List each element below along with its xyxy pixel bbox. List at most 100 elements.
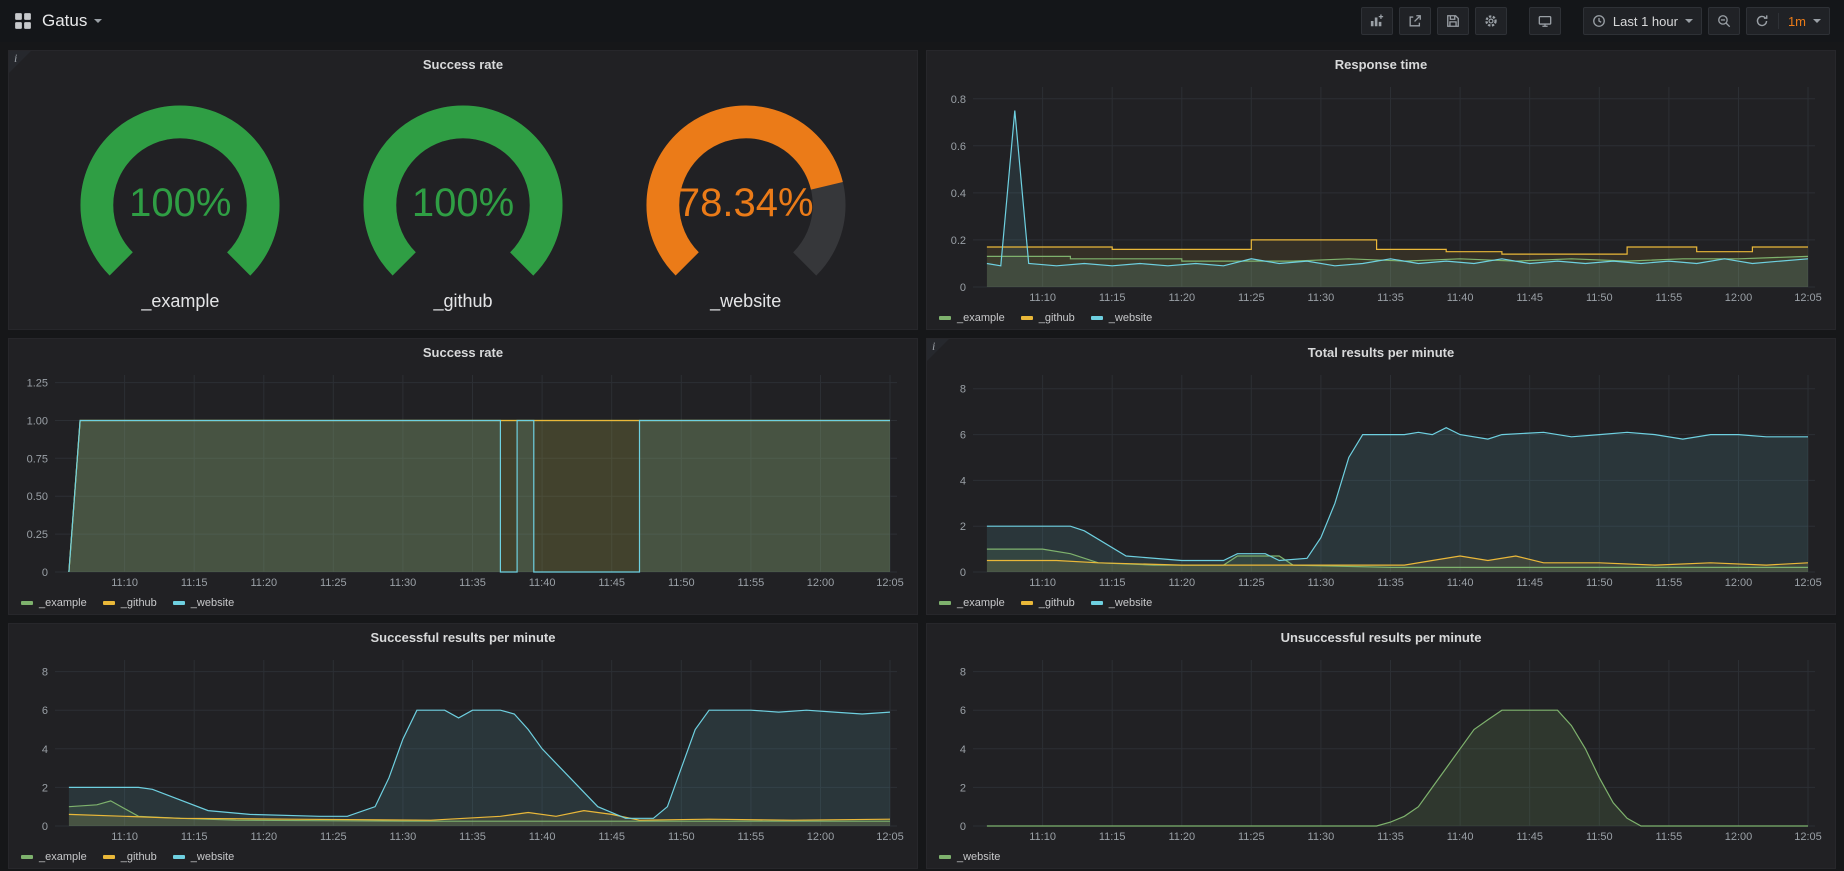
legend-swatch-icon <box>1091 601 1103 605</box>
legend-item-_example[interactable]: _example <box>21 597 87 609</box>
legend-series-name: _github <box>1039 597 1075 609</box>
chart-area[interactable]: 00.20.40.60.811:1011:1511:2011:2511:3011… <box>931 77 1831 307</box>
svg-text:11:40: 11:40 <box>1447 292 1474 304</box>
svg-text:11:30: 11:30 <box>1308 831 1335 843</box>
panel-title[interactable]: Success rate <box>9 51 917 77</box>
chart-area[interactable]: 0246811:1011:1511:2011:2511:3011:3511:40… <box>931 650 1831 846</box>
legend-swatch-icon <box>939 316 951 320</box>
success-rate-chart[interactable]: 00.250.500.751.001.2511:1011:1511:2011:2… <box>13 365 913 592</box>
svg-text:11:20: 11:20 <box>250 831 277 843</box>
apps-grid-icon[interactable] <box>14 12 32 30</box>
legend-series-name: _github <box>121 597 157 609</box>
legend-swatch-icon <box>21 855 33 859</box>
legend-item-_website[interactable]: _website <box>1091 312 1152 324</box>
total-results-chart[interactable]: 0246811:1011:1511:2011:2511:3011:3511:40… <box>931 365 1831 592</box>
legend-item-_github[interactable]: _github <box>1021 312 1075 324</box>
svg-text:6: 6 <box>960 430 966 442</box>
gauge-value: 100% <box>322 181 605 226</box>
legend-series-name: _website <box>1109 597 1152 609</box>
svg-text:11:10: 11:10 <box>111 577 138 589</box>
legend-item-_github[interactable]: _github <box>103 597 157 609</box>
chevron-down-icon <box>94 19 102 23</box>
panel-info-icon[interactable]: i <box>9 51 31 73</box>
refresh-button-group[interactable]: 1m <box>1746 7 1830 35</box>
legend-swatch-icon <box>103 601 115 605</box>
legend-swatch-icon <box>939 601 951 605</box>
legend-item-_example[interactable]: _example <box>939 312 1005 324</box>
zoom-out-time-button[interactable] <box>1708 7 1740 35</box>
legend-swatch-icon <box>939 855 951 859</box>
svg-text:11:30: 11:30 <box>1308 577 1335 589</box>
svg-text:11:55: 11:55 <box>738 577 765 589</box>
legend-item-_website[interactable]: _website <box>939 851 1000 863</box>
tv-kiosk-mode-button[interactable] <box>1529 7 1561 35</box>
legend-item-_example[interactable]: _example <box>21 851 87 863</box>
panel-title[interactable]: Unsuccessful results per minute <box>927 624 1835 650</box>
svg-text:2: 2 <box>960 521 966 533</box>
add-panel-button[interactable] <box>1361 7 1393 35</box>
chart-legend: _example _github _website <box>9 592 917 614</box>
unsuccessful-results-chart[interactable]: 0246811:1011:1511:2011:2511:3011:3511:40… <box>931 650 1831 846</box>
response-time-chart[interactable]: 00.20.40.60.811:1011:1511:2011:2511:3011… <box>931 77 1831 307</box>
panel-response-time: Response time 00.20.40.60.811:1011:1511:… <box>926 50 1836 330</box>
svg-text:8: 8 <box>42 667 48 679</box>
svg-text:2: 2 <box>42 782 48 794</box>
legend-swatch-icon <box>21 601 33 605</box>
panel-title[interactable]: Total results per minute <box>927 339 1835 365</box>
svg-text:11:30: 11:30 <box>390 577 417 589</box>
legend-series-name: _example <box>957 597 1005 609</box>
chart-area[interactable]: 0246811:1011:1511:2011:2511:3011:3511:40… <box>13 650 913 846</box>
svg-text:8: 8 <box>960 384 966 396</box>
panel-title[interactable]: Successful results per minute <box>9 624 917 650</box>
legend-item-_example[interactable]: _example <box>939 597 1005 609</box>
legend-item-_website[interactable]: _website <box>1091 597 1152 609</box>
chart-area[interactable]: 0246811:1011:1511:2011:2511:3011:3511:40… <box>931 365 1831 592</box>
svg-text:11:10: 11:10 <box>1029 577 1056 589</box>
svg-text:0: 0 <box>42 821 48 833</box>
gauge-row: 100% _example 100% _github 78.34% _websi… <box>9 77 917 329</box>
svg-text:11:15: 11:15 <box>1099 577 1126 589</box>
save-icon <box>1446 14 1460 28</box>
svg-text:11:25: 11:25 <box>1238 577 1265 589</box>
gauge-value: 100% <box>39 181 322 226</box>
panel-title[interactable]: Response time <box>927 51 1835 77</box>
svg-text:0: 0 <box>42 567 48 579</box>
panel-title[interactable]: Success rate <box>9 339 917 365</box>
svg-text:11:35: 11:35 <box>1377 831 1404 843</box>
svg-text:11:55: 11:55 <box>1656 292 1683 304</box>
legend-item-_github[interactable]: _github <box>1021 597 1075 609</box>
save-dashboard-button[interactable] <box>1437 7 1469 35</box>
legend-item-_website[interactable]: _website <box>173 597 234 609</box>
svg-text:12:00: 12:00 <box>807 831 835 843</box>
svg-text:12:05: 12:05 <box>1794 577 1822 589</box>
svg-text:11:50: 11:50 <box>1586 292 1613 304</box>
share-dashboard-button[interactable] <box>1399 7 1431 35</box>
svg-text:12:00: 12:00 <box>1725 831 1753 843</box>
chart-area[interactable]: 00.250.500.751.001.2511:1011:1511:2011:2… <box>13 365 913 592</box>
svg-text:12:05: 12:05 <box>876 577 904 589</box>
chart-legend: _example _github _website <box>9 846 917 868</box>
svg-text:11:10: 11:10 <box>1029 831 1056 843</box>
gauge-example: 100% _example <box>39 89 322 312</box>
dashboard-title-dropdown[interactable]: Gatus <box>42 11 102 31</box>
panel-success-rate-gauges: i Success rate 100% _example 100% _githu… <box>8 50 918 330</box>
svg-text:11:50: 11:50 <box>1586 831 1613 843</box>
chart-legend: _example _github _website <box>927 592 1835 614</box>
dashboard-title: Gatus <box>42 11 87 31</box>
dashboard-settings-button[interactable] <box>1475 7 1507 35</box>
time-range-picker[interactable]: Last 1 hour <box>1583 7 1702 35</box>
svg-text:11:35: 11:35 <box>1377 577 1404 589</box>
legend-series-name: _github <box>1039 312 1075 324</box>
successful-results-chart[interactable]: 0246811:1011:1511:2011:2511:3011:3511:40… <box>13 650 913 846</box>
legend-swatch-icon <box>173 855 185 859</box>
legend-item-_github[interactable]: _github <box>103 851 157 863</box>
divider <box>1778 13 1779 29</box>
svg-text:6: 6 <box>960 705 966 717</box>
legend-item-_website[interactable]: _website <box>173 851 234 863</box>
panel-info-icon[interactable]: i <box>927 339 949 361</box>
svg-text:6: 6 <box>42 705 48 717</box>
panel-total-results: i Total results per minute 0246811:1011:… <box>926 338 1836 615</box>
svg-text:0.4: 0.4 <box>951 188 966 200</box>
chevron-down-icon <box>1813 19 1821 23</box>
panel-unsuccessful-results: Unsuccessful results per minute 0246811:… <box>926 623 1836 869</box>
